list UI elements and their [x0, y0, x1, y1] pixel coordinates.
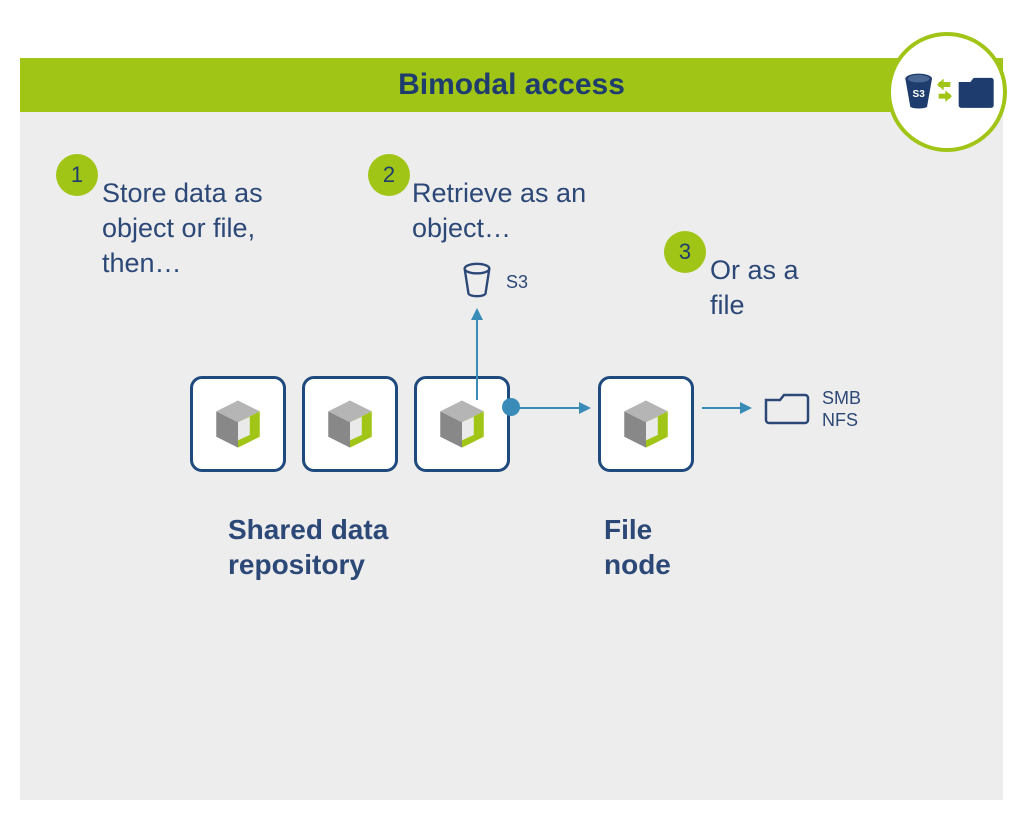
badge-circle: S3 — [887, 32, 1007, 152]
badge-bucket-label: S3 — [913, 89, 926, 100]
arrow-right-1 — [517, 407, 589, 409]
step-num-2: 2 — [383, 162, 395, 188]
file-node-label: File node — [604, 512, 704, 582]
step-text-2: Retrieve as an object… — [412, 176, 602, 246]
step-text-3: Or as a file — [710, 253, 830, 323]
step-badge-3: 3 — [664, 231, 706, 273]
arrow-right-2 — [702, 407, 750, 409]
node-cube-icon — [321, 395, 379, 453]
slide-panel: Bimodal access 1 Store data as object or… — [20, 58, 1003, 800]
node-box-3 — [414, 376, 510, 472]
bucket-icon — [458, 261, 496, 299]
step-badge-1: 1 — [56, 154, 98, 196]
node-cube-icon — [209, 395, 267, 453]
node-box-4 — [598, 376, 694, 472]
step-badge-2: 2 — [368, 154, 410, 196]
step-num-1: 1 — [71, 162, 83, 188]
node-cube-icon — [617, 395, 675, 453]
s3-label: S3 — [506, 272, 528, 294]
node-box-1 — [190, 376, 286, 472]
shared-repo-label: Shared data repository — [228, 512, 428, 582]
node-box-2 — [302, 376, 398, 472]
node-cube-icon — [433, 395, 491, 453]
step-num-3: 3 — [679, 239, 691, 265]
folder-icon — [762, 388, 812, 428]
arrow-up — [476, 310, 478, 400]
title-bar: Bimodal access — [20, 58, 1003, 112]
step-text-1: Store data as object or file, then… — [102, 176, 312, 281]
smb-nfs-label: SMB NFS — [822, 388, 861, 431]
badge-icon: S3 — [897, 62, 997, 122]
slide-title: Bimodal access — [398, 68, 625, 102]
